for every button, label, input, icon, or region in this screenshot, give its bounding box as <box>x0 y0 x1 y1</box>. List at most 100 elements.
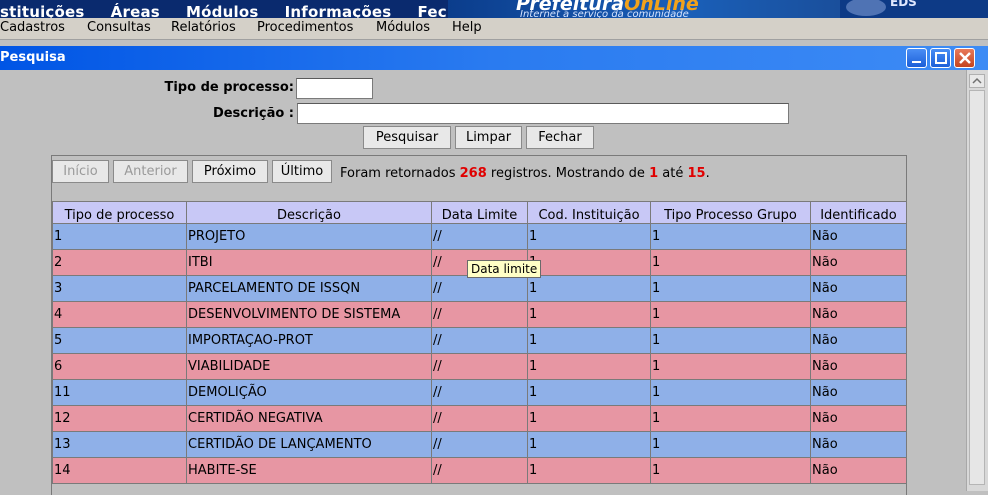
previous-page-button[interactable]: Anterior <box>113 160 188 183</box>
cell-tipo: 2 <box>52 249 187 276</box>
cell-tipo: 5 <box>52 327 187 354</box>
close-form-button[interactable]: Fechar <box>526 126 594 149</box>
vendor-logo: EDS <box>840 0 988 18</box>
cell-tipo: 11 <box>52 379 187 406</box>
cell-descricao: PROJETO <box>186 223 432 250</box>
table-row[interactable]: 14 HABITE-SE//1 1 Não <box>52 457 907 484</box>
table-row[interactable]: 13 CERTIDÃO DE LANÇAMENTO//1 1 Não <box>52 431 907 458</box>
cell-tipo-grupo: 1 <box>650 457 811 484</box>
cell-descricao: DESENVOLVIMENTO DE SISTEMA <box>186 301 432 328</box>
cell-tipo: 12 <box>52 405 187 432</box>
clear-button[interactable]: Limpar <box>455 126 522 149</box>
column-header-descricao[interactable]: Descrição <box>186 201 432 224</box>
minimize-button[interactable] <box>906 48 927 68</box>
window-content: Tipo de processo: Descrição : Pesquisar … <box>0 70 966 495</box>
banner-menu-instituicoes[interactable]: stituições <box>0 3 85 18</box>
banner-menu: stituições Áreas Módulos Informações Fec… <box>0 3 498 18</box>
cell-identificado: Não <box>810 223 907 250</box>
scroll-thumb[interactable] <box>969 90 985 485</box>
table-header-row: Tipo de processo Descrição Data Limite C… <box>52 201 907 224</box>
cell-data-limite: // <box>431 353 528 380</box>
cell-tipo: 13 <box>52 431 187 458</box>
banner-menu-informacoes[interactable]: Informações <box>285 3 392 18</box>
cell-tipo-grupo: 1 <box>650 223 811 250</box>
cell-descricao: IMPORTAÇAO-PROT <box>186 327 432 354</box>
cell-data-limite: // <box>431 431 528 458</box>
menu-relatorios[interactable]: Relatórios <box>171 20 236 35</box>
maximize-button[interactable] <box>930 48 951 68</box>
range-from: 1 <box>649 166 659 181</box>
cell-tipo: 1 <box>52 223 187 250</box>
cell-tipo: 14 <box>52 457 187 484</box>
table-row[interactable]: 11 DEMOLIÇÃO//1 1 Não <box>52 379 907 406</box>
table-row[interactable]: 1 PROJETO//1 1 Não <box>52 223 907 250</box>
cell-data-limite: // <box>431 275 528 302</box>
cell-data-limite: // <box>431 405 528 432</box>
cell-cod-instituicao: 1 <box>527 379 651 406</box>
cell-identificado: Não <box>810 431 907 458</box>
last-page-button[interactable]: Último <box>272 160 332 183</box>
cell-cod-instituicao: 1 <box>527 327 651 354</box>
cell-descricao: PARCELAMENTO DE ISSQN <box>186 275 432 302</box>
cell-tipo-grupo: 1 <box>650 379 811 406</box>
window-titlebar[interactable]: Pesquisa <box>0 46 988 70</box>
results-info: Foram retornados 268 registros. Mostrand… <box>340 166 710 181</box>
results-table: Tipo de processo Descrição Data Limite C… <box>52 201 907 484</box>
column-header-data-limite[interactable]: Data Limite <box>431 201 528 224</box>
table-row[interactable]: 6 VIABILIDADE//1 1 Não <box>52 353 907 380</box>
cell-tipo-grupo: 1 <box>650 353 811 380</box>
table-row[interactable]: 3 PARCELAMENTO DE ISSQN//1 1 Não <box>52 275 907 302</box>
info-to: até <box>662 166 684 181</box>
banner-menu-areas[interactable]: Áreas <box>111 3 160 18</box>
column-header-tipo-grupo[interactable]: Tipo Processo Grupo <box>650 201 811 224</box>
column-header-cod-instituicao[interactable]: Cod. Instituição <box>527 201 651 224</box>
cell-tipo-grupo: 1 <box>650 275 811 302</box>
table-row[interactable]: 5 IMPORTAÇAO-PROT//1 1 Não <box>52 327 907 354</box>
first-page-button[interactable]: Início <box>52 160 109 183</box>
table-row[interactable]: 12 CERTIDÃO NEGATIVA//1 1 Não <box>52 405 907 432</box>
cell-cod-instituicao: 1 <box>527 249 651 276</box>
cell-cod-instituicao: 1 <box>527 301 651 328</box>
maximize-icon <box>935 52 947 64</box>
close-button[interactable] <box>954 48 975 68</box>
search-button[interactable]: Pesquisar <box>363 126 451 149</box>
cell-tipo: 3 <box>52 275 187 302</box>
cell-tipo: 6 <box>52 353 187 380</box>
menu-cadastros[interactable]: Cadastros <box>0 20 65 35</box>
cell-identificado: Não <box>810 327 907 354</box>
cell-identificado: Não <box>810 379 907 406</box>
tipo-processo-input[interactable] <box>296 78 373 99</box>
info-end: . <box>705 166 710 181</box>
cell-descricao: HABITE-SE <box>186 457 432 484</box>
cell-descricao: CERTIDÃO NEGATIVA <box>186 405 432 432</box>
column-header-identificado[interactable]: Identificado <box>810 201 907 224</box>
menu-help[interactable]: Help <box>452 20 482 35</box>
menu-consultas[interactable]: Consultas <box>87 20 151 35</box>
column-header-tipo[interactable]: Tipo de processo <box>52 201 187 224</box>
range-to: 15 <box>687 166 706 181</box>
vertical-scrollbar[interactable] <box>966 70 988 491</box>
menu-procedimentos[interactable]: Procedimentos <box>257 20 353 35</box>
cell-descricao: VIABILIDADE <box>186 353 432 380</box>
cell-identificado: Não <box>810 405 907 432</box>
cell-cod-instituicao: 1 <box>527 223 651 250</box>
minimize-icon <box>912 61 921 63</box>
cell-identificado: Não <box>810 353 907 380</box>
cell-data-limite: // <box>431 327 528 354</box>
brand-tagline: Internet a serviço da comunidade <box>520 9 689 18</box>
search-window: Pesquisa Tipo de processo: Descrição : P… <box>0 46 988 495</box>
tipo-processo-label: Tipo de processo: <box>164 80 294 95</box>
menu-modulos[interactable]: Módulos <box>376 20 430 35</box>
banner-menu-modulos[interactable]: Módulos <box>186 3 258 18</box>
cell-descricao: ITBI <box>186 249 432 276</box>
descricao-input[interactable] <box>297 103 789 124</box>
top-banner: stituições Áreas Módulos Informações Fec… <box>0 0 988 18</box>
cell-data-limite: // <box>431 457 528 484</box>
cell-tipo-grupo: 1 <box>650 327 811 354</box>
next-page-button[interactable]: Próximo <box>192 160 268 183</box>
info-prefix: Foram retornados <box>340 166 456 181</box>
scroll-up-arrow[interactable] <box>969 74 985 88</box>
table-row[interactable]: 4 DESENVOLVIMENTO DE SISTEMA//1 1 Não <box>52 301 907 328</box>
window-title: Pesquisa <box>0 50 66 65</box>
menubar: Cadastros Consultas Relatórios Procedime… <box>0 18 988 40</box>
